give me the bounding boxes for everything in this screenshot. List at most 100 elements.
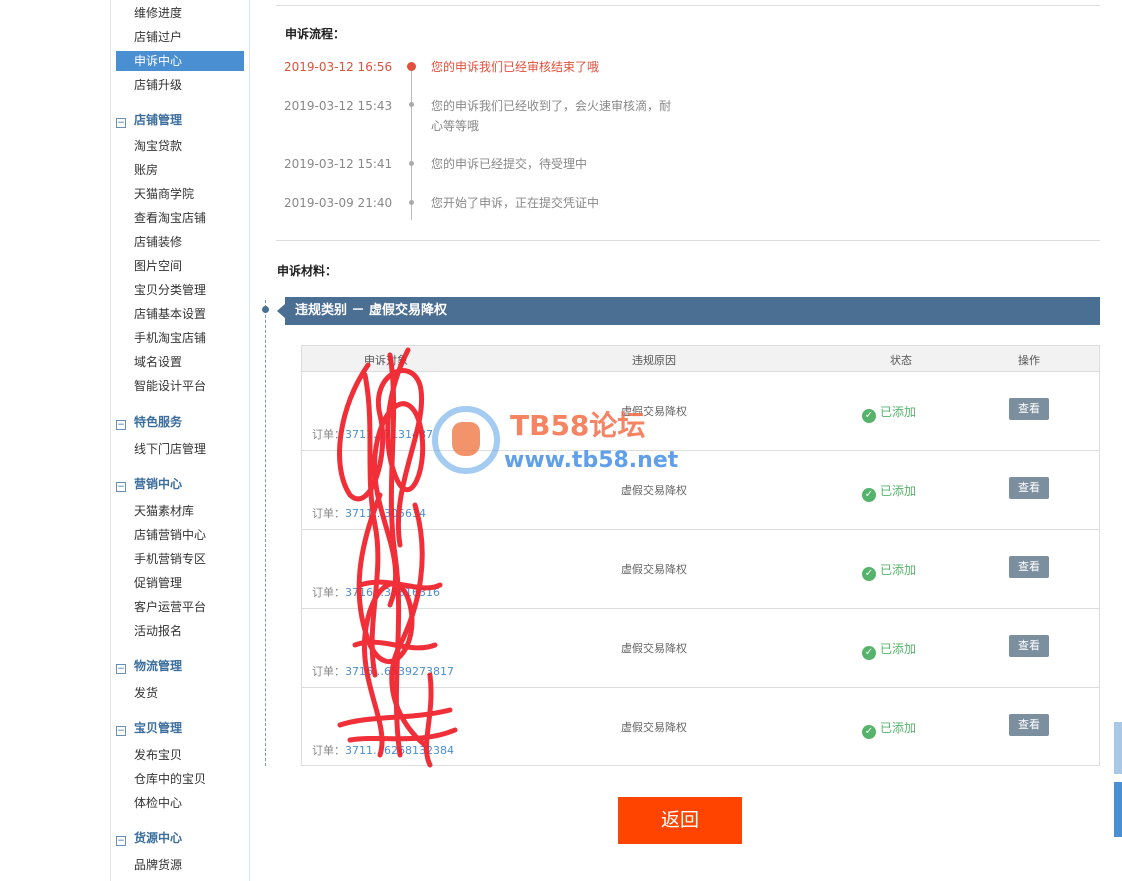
event-message: 您的申诉我们已经审核结束了哦: [431, 60, 600, 74]
sidebar-item[interactable]: 店铺营销中心: [116, 525, 244, 545]
sidebar-item[interactable]: 淘宝贷款: [116, 136, 244, 156]
hand-icon: [452, 422, 480, 456]
sidebar-item[interactable]: 查看淘宝店铺: [116, 208, 244, 228]
sidebar-item[interactable]: 手机淘宝店铺: [116, 328, 244, 348]
timeline-dot: [409, 102, 414, 107]
check-circle-icon: ✓: [862, 646, 876, 660]
sidebar-group-label: 特色服务: [134, 415, 183, 429]
sidebar-group-marketing-center[interactable]: − 营销中心: [116, 474, 182, 494]
sidebar-group-label: 货源中心: [134, 831, 183, 845]
column-header-status: 状态: [890, 354, 912, 367]
collapse-icon[interactable]: −: [116, 118, 126, 128]
sidebar-group-label: 店铺管理: [134, 113, 183, 127]
view-button[interactable]: 查看: [1009, 398, 1049, 420]
reason-cell: 虚假交易降权: [621, 721, 687, 734]
watermark-title: TB58论坛: [510, 409, 646, 442]
sidebar-item-repair-progress[interactable]: 维修进度: [116, 3, 244, 23]
status-text: 已添加: [880, 642, 917, 656]
sidebar-item[interactable]: 发货: [116, 683, 244, 703]
sidebar-group-label: 宝贝管理: [134, 721, 183, 735]
timeline-line: [411, 66, 412, 220]
sidebar-item-shop-upgrade[interactable]: 店铺升级: [116, 75, 244, 95]
forum-watermark: TB58论坛 www.tb58.net: [432, 404, 692, 474]
event-time: 2019-03-09 21:40: [284, 196, 393, 210]
reason-cell: 虚假交易降权: [621, 642, 687, 655]
view-button[interactable]: 查看: [1009, 556, 1049, 578]
sidebar-item[interactable]: 手机营销专区: [116, 549, 244, 569]
event-message: 您的申诉已经提交，待受理中: [431, 157, 588, 171]
sidebar-item[interactable]: 发布宝贝: [116, 745, 244, 765]
sidebar-group-special-services[interactable]: − 特色服务: [116, 412, 182, 432]
status-cell: ✓ 已添加: [862, 403, 916, 423]
sidebar-item[interactable]: 账房: [116, 160, 244, 180]
timeline-dot: [409, 200, 414, 205]
sidebar-group-item-management[interactable]: − 宝贝管理: [116, 718, 182, 738]
status-text: 已添加: [880, 484, 917, 498]
sidebar-group-label: 物流管理: [134, 659, 183, 673]
floating-side-tab[interactable]: [1114, 782, 1122, 837]
materials-connector: [265, 300, 266, 766]
sidebar-item[interactable]: 客户运营平台: [116, 597, 244, 617]
sidebar-item[interactable]: 域名设置: [116, 352, 244, 372]
collapse-icon[interactable]: −: [116, 664, 126, 674]
sidebar-item[interactable]: 仓库中的宝贝: [116, 769, 244, 789]
reason-cell: 虚假交易降权: [621, 484, 687, 497]
sidebar-item[interactable]: 品牌货源: [116, 855, 244, 875]
sidebar-item[interactable]: 线下门店管理: [116, 439, 244, 459]
sidebar-item[interactable]: 促销管理: [116, 573, 244, 593]
category-dot: [262, 306, 269, 313]
watermark-url: www.tb58.net: [504, 448, 679, 473]
status-cell: ✓ 已添加: [862, 561, 916, 581]
sidebar-item[interactable]: 图片空间: [116, 256, 244, 276]
sidebar-group-label: 营销中心: [134, 477, 183, 491]
process-title: 申诉流程：: [285, 27, 346, 41]
timeline-dot: [409, 161, 414, 166]
divider: [276, 5, 1100, 6]
sidebar-item[interactable]: 天猫商学院: [116, 184, 244, 204]
view-button[interactable]: 查看: [1009, 477, 1049, 499]
view-button[interactable]: 查看: [1009, 635, 1049, 657]
violation-category-bar: 违规类别 － 虚假交易降权: [277, 297, 1100, 325]
sidebar-item-shop-transfer[interactable]: 店铺过户: [116, 27, 244, 47]
sidebar-nav: 维修进度 店铺过户 申诉中心 店铺升级 − 店铺管理 淘宝贷款 账房 天猫商学院 …: [110, 0, 250, 881]
sidebar-item[interactable]: 智能设计平台: [116, 376, 244, 396]
sidebar-group-logistics[interactable]: − 物流管理: [116, 656, 182, 676]
materials-title: 申诉材料：: [277, 264, 338, 278]
floating-side-tab[interactable]: [1114, 722, 1122, 774]
sidebar-item[interactable]: 活动报名: [116, 621, 244, 641]
status-cell: ✓ 已添加: [862, 719, 916, 739]
sidebar-item[interactable]: 宝贝分类管理: [116, 280, 244, 300]
reason-cell: 虚假交易降权: [621, 563, 687, 576]
back-button[interactable]: 返回: [618, 797, 742, 844]
check-circle-icon: ✓: [862, 409, 876, 423]
sidebar-item[interactable]: 店铺装修: [116, 232, 244, 252]
sidebar-group-supply-center[interactable]: − 货源中心: [116, 828, 182, 848]
column-header-action: 操作: [1018, 354, 1040, 367]
check-circle-icon: ✓: [862, 567, 876, 581]
status-cell: ✓ 已添加: [862, 640, 916, 660]
sidebar-item-appeal-center[interactable]: 申诉中心: [116, 51, 244, 71]
event-message: 您的申诉我们已经收到了，会火速审核滴，耐心等等哦: [431, 99, 672, 133]
check-circle-icon: ✓: [862, 488, 876, 502]
timeline-dot-current: [407, 62, 416, 71]
event-time: 2019-03-12 15:41: [284, 157, 393, 171]
divider: [276, 240, 1100, 241]
collapse-icon[interactable]: −: [116, 726, 126, 736]
event-time: 2019-03-12 16:56: [284, 60, 393, 74]
column-header-reason: 违规原因: [632, 354, 676, 367]
sidebar-item[interactable]: 体检中心: [116, 793, 244, 813]
status-cell: ✓ 已添加: [862, 482, 916, 502]
status-text: 已添加: [880, 721, 917, 735]
collapse-icon[interactable]: −: [116, 482, 126, 492]
view-button[interactable]: 查看: [1009, 714, 1049, 736]
collapse-icon[interactable]: −: [116, 836, 126, 846]
status-text: 已添加: [880, 563, 917, 577]
sidebar-item[interactable]: 天猫素材库: [116, 501, 244, 521]
sidebar-item[interactable]: 店铺基本设置: [116, 304, 244, 324]
sidebar-group-shop-management[interactable]: − 店铺管理: [116, 110, 182, 130]
check-circle-icon: ✓: [862, 725, 876, 739]
event-message: 您开始了申诉，正在提交凭证中: [431, 196, 600, 210]
event-time: 2019-03-12 15:43: [284, 99, 393, 113]
status-text: 已添加: [880, 405, 917, 419]
collapse-icon[interactable]: −: [116, 420, 126, 430]
